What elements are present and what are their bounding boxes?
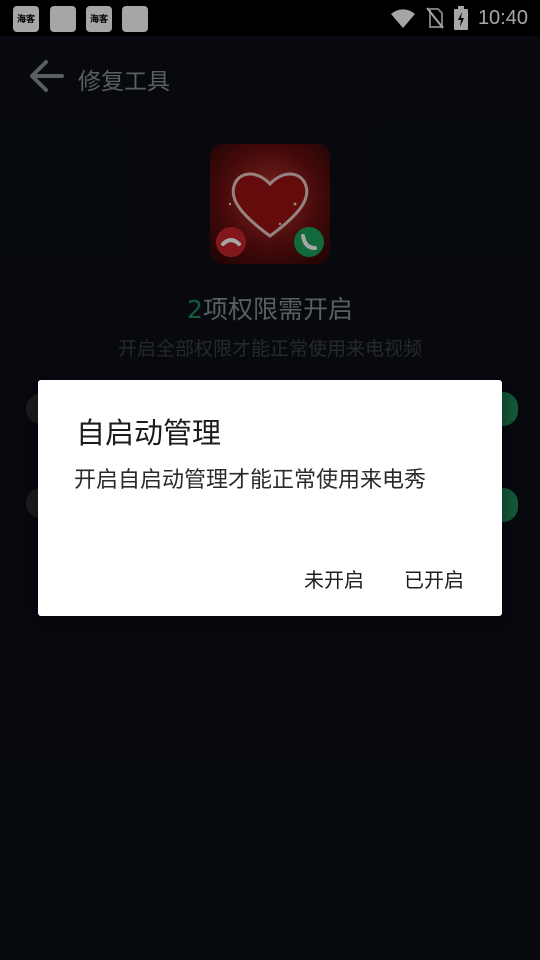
autostart-dialog: 自启动管理 开启自启动管理才能正常使用来电秀 未开启 已开启 <box>38 380 502 616</box>
dialog-title: 自启动管理 <box>76 416 222 450</box>
enabled-button[interactable]: 已开启 <box>398 560 470 597</box>
dialog-message: 开启自启动管理才能正常使用来电秀 <box>74 468 427 493</box>
not-enabled-button[interactable]: 未开启 <box>298 560 370 597</box>
